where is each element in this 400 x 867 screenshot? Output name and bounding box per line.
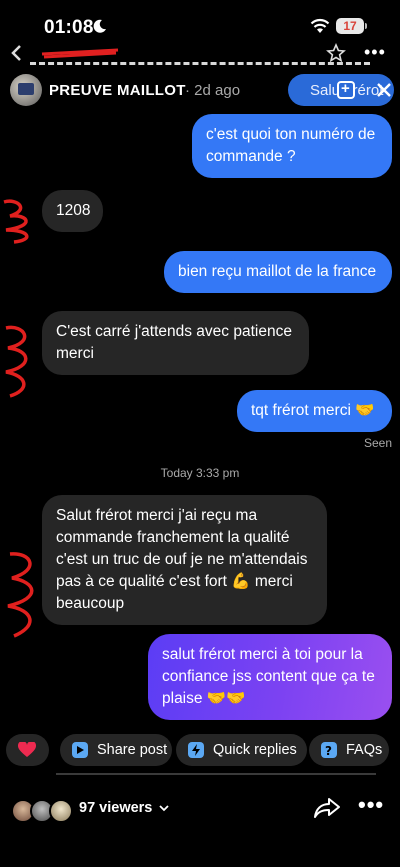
status-time: 01:08 (44, 17, 94, 38)
battery-indicator: 17 (336, 18, 367, 34)
moon-icon (93, 19, 106, 33)
chevron-down-icon (159, 805, 170, 812)
account-name[interactable]: PREUVE MAILLOT (49, 82, 186, 99)
share-post-button[interactable]: Share post (60, 734, 172, 766)
faqs-button[interactable]: ? FAQs (309, 734, 389, 766)
more-options-icon[interactable]: ••• (358, 792, 384, 818)
message-input-divider (56, 773, 376, 775)
viewers-count[interactable]: 97 viewers (79, 800, 170, 816)
battery-level: 17 (343, 19, 357, 33)
red-redaction-scribble (41, 48, 119, 59)
seen-indicator: Seen (363, 436, 392, 450)
question-icon: ? (321, 742, 337, 758)
avatar[interactable] (10, 74, 42, 106)
message-bubble-outgoing[interactable]: bien reçu maillot de la france (164, 251, 392, 293)
message-bubble-outgoing[interactable]: tqt frérot merci 🤝 (237, 390, 392, 432)
share-icon[interactable] (313, 796, 341, 820)
red-redaction-scribble (3, 199, 29, 244)
viewers-row: 97 viewers ••• (0, 792, 400, 828)
timestamp-divider: Today 3:33 pm (160, 466, 240, 480)
faqs-label: FAQs (346, 742, 383, 758)
share-post-label: Share post (97, 742, 168, 758)
close-icon[interactable] (374, 80, 394, 100)
conversation-header: PREUVE MAILLOT · 2d ago Salut frérot (10, 74, 400, 106)
reply-preview-pill[interactable]: Salut frérot (288, 74, 394, 106)
message-bubble-incoming[interactable]: 1208 (42, 190, 103, 232)
red-redaction-scribble (5, 325, 28, 398)
back-icon[interactable] (8, 44, 26, 62)
quick-replies-button[interactable]: Quick replies (176, 734, 307, 766)
message-bubble-outgoing[interactable]: salut frérot merci à toi pour la confian… (148, 634, 392, 720)
viewers-count-label: 97 viewers (79, 800, 153, 816)
add-icon[interactable] (337, 80, 355, 99)
time-ago: · 2d ago (185, 82, 241, 99)
more-options-icon[interactable]: ••• (364, 42, 386, 63)
play-icon (72, 742, 88, 758)
like-button[interactable] (6, 734, 49, 766)
message-bubble-incoming[interactable]: C'est carré j'attends avec patience merc… (42, 311, 309, 375)
lightning-icon (188, 742, 204, 758)
red-redaction-scribble (7, 552, 34, 638)
wifi-icon (310, 18, 330, 33)
svg-text:?: ? (325, 744, 332, 758)
heart-icon (18, 742, 36, 757)
story-top-bar: ••• (0, 40, 400, 66)
message-bubble-outgoing[interactable]: c'est quoi ton numéro de commande ? (192, 114, 392, 178)
story-progress-dashes (30, 62, 370, 66)
message-bubble-incoming[interactable]: Salut frérot merci j'ai reçu ma commande… (42, 495, 327, 625)
viewer-avatar[interactable] (49, 799, 73, 823)
star-icon[interactable] (326, 43, 346, 63)
quick-actions-bar: Share post Quick replies ? FAQs (6, 734, 400, 766)
quick-replies-label: Quick replies (213, 742, 297, 758)
